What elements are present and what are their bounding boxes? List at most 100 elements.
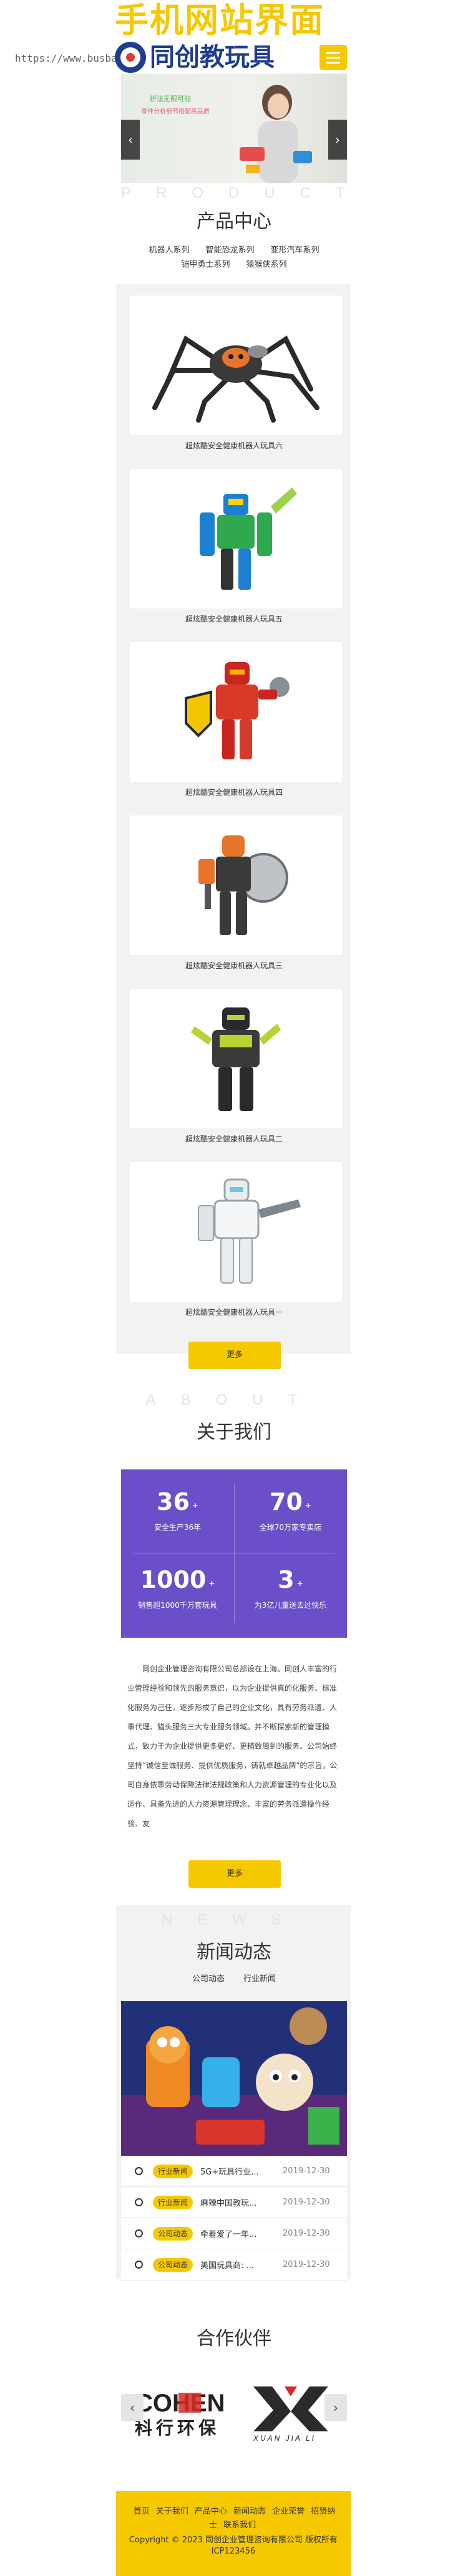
banner-headline: 拼法无限可能 (150, 95, 191, 103)
category-dinosaur[interactable]: 智能恐龙系列 (205, 243, 254, 255)
hamburger-icon (326, 51, 340, 54)
banner-next-button[interactable]: › (328, 120, 347, 160)
news-badge: 行业新闻 (153, 2164, 193, 2178)
stat-number: 3 (278, 1566, 295, 1593)
stats-panel: 36 + 安全生产36年 70 + 全球70万家专卖店 1000 + 销售超1000千… (121, 1469, 347, 1638)
news-item[interactable]: 公司动态 牵着爱了一年... 2019-12-30 (121, 2218, 347, 2249)
product-category-row: 铠甲勇士系列 猿猴侠系列 (121, 257, 347, 269)
news-date: 2019-12-30 (283, 2260, 330, 2269)
svg-text:XUAN JIA LI: XUAN JIA LI (253, 2434, 316, 2443)
brand-name: 同创教玩具 (150, 43, 275, 72)
product-card[interactable] (130, 1162, 342, 1302)
about-section-title: 关于我们 (197, 1421, 271, 1443)
bullet-icon (135, 2261, 143, 2269)
category-robot[interactable]: 机器人系列 (149, 243, 189, 255)
product-image (191, 1007, 281, 1111)
news-title[interactable]: 美国玩具商: ... (200, 2259, 269, 2271)
tab-company-news[interactable]: 公司动态 (192, 1972, 225, 1984)
partners-section-title: 合作伙伴 (197, 2328, 271, 2350)
about-section-en: ABOUT (145, 1391, 323, 1408)
logo-icon (115, 42, 146, 73)
product-image (198, 1178, 301, 1284)
banner-prev-button[interactable]: ‹ (121, 120, 140, 160)
news-image-illustration (121, 2001, 347, 2156)
product-image (198, 835, 288, 935)
news-date: 2019-12-30 (283, 2166, 330, 2176)
footer-link-honors[interactable]: 企业荣誉 (272, 2507, 305, 2516)
stat-item: 36 + 安全生产36年 (121, 1469, 234, 1554)
products-section-title: 产品中心 (197, 211, 271, 233)
category-car[interactable]: 变形汽车系列 (271, 243, 319, 255)
product-category-row: 机器人系列 智能恐龙系列 变形汽车系列 (121, 243, 347, 255)
products-section-en: PRODUCT (121, 185, 370, 201)
news-list: 行业新闻 5G+玩具行业... 2019-12-30 行业新闻 麻辣中国教玩..… (121, 2156, 347, 2280)
banner-subtitle: 零件分析细节搭配高品质 (141, 108, 210, 115)
tab-industry-news[interactable]: 行业新闻 (243, 1972, 276, 1984)
news-item[interactable]: 行业新闻 麻辣中国教玩... 2019-12-30 (121, 2187, 347, 2218)
menu-button[interactable] (319, 45, 347, 70)
bullet-icon (135, 2229, 143, 2237)
promo-title: 手机网站界面 (115, 1, 324, 40)
product-card[interactable] (130, 296, 342, 435)
partners-prev-button[interactable]: ‹ (121, 2394, 144, 2421)
stat-item: 1000 + 销售超1000千万套玩具 (121, 1554, 234, 1638)
product-image (200, 488, 297, 590)
news-featured-image[interactable] (121, 2001, 347, 2156)
product-title[interactable]: 超炫酷安全健康机器人玩具四 (121, 787, 347, 797)
product-image (185, 662, 290, 759)
news-section-title: 新闻动态 (197, 1941, 271, 1963)
stat-number: 1000 (140, 1566, 207, 1593)
news-badge: 公司动态 (153, 2257, 193, 2272)
brand-logo-link[interactable]: 同创教玩具 (115, 40, 352, 75)
product-title[interactable]: 超炫酷安全健康机器人玩具五 (121, 613, 347, 624)
footer-link-contact[interactable]: 联系我们 (223, 2521, 256, 2530)
product-card[interactable] (130, 989, 342, 1128)
footer-link-products[interactable]: 产品中心 (195, 2507, 227, 2516)
news-badge: 公司动态 (153, 2226, 193, 2241)
news-date: 2019-12-30 (283, 2229, 330, 2238)
footer-link-news[interactable]: 新闻动态 (233, 2507, 266, 2516)
news-title[interactable]: 牵着爱了一年... (200, 2228, 269, 2239)
stat-number: 36 (157, 1488, 190, 1516)
news-item[interactable]: 行业新闻 5G+玩具行业... 2019-12-30 (121, 2156, 347, 2187)
stat-item: 70 + 全球70万家专卖店 (234, 1469, 347, 1554)
footer-link-home[interactable]: 首页 (134, 2507, 150, 2516)
category-armor[interactable]: 铠甲勇士系列 (181, 257, 230, 269)
product-image (152, 335, 319, 423)
footer: 首页 关于我们 产品中心 新闻动态 企业荣誉 招贤纳士 联系我们 Copyrig… (116, 2491, 351, 2576)
product-title[interactable]: 超炫酷安全健康机器人玩具三 (121, 960, 347, 971)
about-more-button[interactable]: 更多 (188, 1860, 281, 1888)
bullet-icon (135, 2198, 143, 2206)
stat-item: 3 + 为3亿儿童送去过快乐 (234, 1554, 347, 1638)
stat-label: 全球70万家专卖店 (259, 1523, 322, 1532)
products-more-button[interactable]: 更多 (188, 1342, 281, 1369)
stat-number: 70 (270, 1488, 303, 1516)
product-card[interactable] (130, 815, 342, 955)
product-card[interactable] (130, 469, 342, 608)
partner-logo-xuanjiali[interactable]: XUAN JIA LI (247, 2380, 334, 2443)
svg-text:科行环保: 科行环保 (135, 2418, 220, 2438)
product-title[interactable]: 超炫酷安全健康机器人玩具二 (121, 1133, 347, 1144)
banner-slider[interactable]: 拼法无限可能 零件分析细节搭配高品质 (121, 74, 347, 183)
stat-label: 销售超1000千万套玩具 (138, 1601, 217, 1610)
partners-carousel[interactable]: COHEN 科行环保 XUAN JIA LI (121, 2377, 347, 2445)
partners-next-button[interactable]: › (324, 2394, 347, 2421)
news-title[interactable]: 5G+玩具行业... (200, 2165, 269, 2177)
footer-link-about[interactable]: 关于我们 (156, 2507, 188, 2516)
footer-copyright: Copyright © 2023 同创企业管理咨询有限公司 版权所有 ICP12… (129, 2535, 338, 2556)
bullet-icon (135, 2167, 143, 2175)
stat-label: 安全生产36年 (154, 1523, 202, 1532)
stat-label: 为3亿儿童送去过快乐 (254, 1601, 327, 1610)
partner-logo-cohen[interactable]: COHEN 科行环保 (132, 2384, 226, 2440)
news-date: 2019-12-30 (283, 2198, 330, 2207)
product-title[interactable]: 超炫酷安全健康机器人玩具一 (121, 1307, 347, 1317)
news-tabs: 公司动态 行业新闻 (121, 1972, 347, 1984)
news-title[interactable]: 麻辣中国教玩... (200, 2196, 269, 2208)
about-description: 同创企业管理咨询有限公司总部设在上海。同创人丰富的行业管理经验和领先的服务意识，… (127, 1665, 338, 1828)
news-section-en: NEWS (162, 1911, 306, 1928)
news-item[interactable]: 公司动态 美国玩具商: ... 2019-12-30 (121, 2249, 347, 2280)
category-ape[interactable]: 猿猴侠系列 (246, 257, 287, 269)
product-title[interactable]: 超炫酷安全健康机器人玩具六 (121, 440, 347, 451)
product-card[interactable] (130, 642, 342, 782)
footer-nav: 首页 关于我们 产品中心 新闻动态 企业荣誉 招贤纳士 联系我们 (129, 2505, 338, 2532)
